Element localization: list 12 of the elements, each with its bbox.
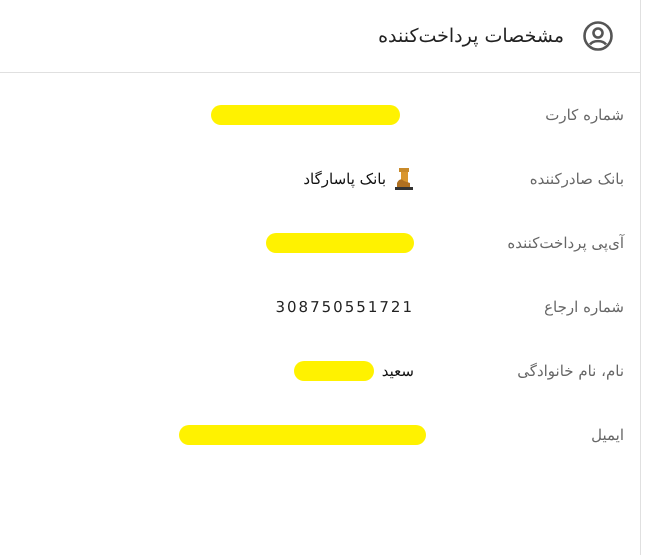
field-value: 308750551721 (275, 296, 414, 318)
field-label: بانک صادرکننده (528, 168, 624, 190)
user-icon (582, 20, 614, 52)
bank-logo-icon (394, 167, 414, 191)
field-label: ایمیل (590, 424, 624, 446)
field-value: بانک پاسارگاد (303, 168, 386, 190)
field-label: آی‌پی پرداخت‌کننده (506, 232, 624, 254)
field-value: سعید (382, 360, 414, 382)
field-label: شماره کارت (544, 104, 624, 126)
card-title: مشخصات پرداخت‌کننده (378, 24, 564, 49)
field-label: شماره ارجاع (543, 296, 624, 318)
field-label: نام، نام خانوادگی (516, 360, 624, 382)
